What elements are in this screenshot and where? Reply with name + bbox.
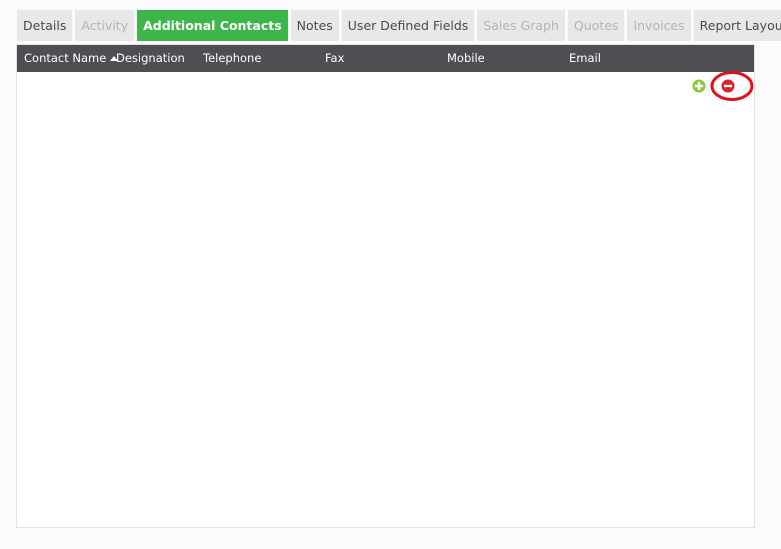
add-contact-button[interactable] xyxy=(692,78,706,93)
tab-user-defined-fields[interactable]: User Defined Fields xyxy=(341,10,475,41)
column-header-designation[interactable]: Designation xyxy=(116,45,185,72)
tab-bar: Details Activity Additional Contacts Not… xyxy=(17,10,781,41)
tab-quotes[interactable]: Quotes xyxy=(567,10,625,41)
column-header-fax[interactable]: Fax xyxy=(325,45,344,72)
tab-additional-contacts[interactable]: Additional Contacts xyxy=(137,10,288,41)
additional-contacts-grid: Contact Name Designation Telephone Fax M… xyxy=(16,44,755,528)
tab-invoices[interactable]: Invoices xyxy=(627,10,691,41)
tab-activity[interactable]: Activity xyxy=(75,10,135,41)
tab-details[interactable]: Details xyxy=(17,10,73,41)
grid-header: Contact Name Designation Telephone Fax M… xyxy=(17,45,754,72)
remove-contact-button[interactable] xyxy=(721,78,735,93)
plus-circle-icon xyxy=(692,79,706,93)
contact-details-page: Details Activity Additional Contacts Not… xyxy=(0,0,781,549)
column-header-contact-name[interactable]: Contact Name xyxy=(24,45,119,72)
minus-circle-icon xyxy=(721,79,735,93)
tab-report-layouts[interactable]: Report Layouts xyxy=(693,10,781,41)
column-header-telephone[interactable]: Telephone xyxy=(203,45,261,72)
column-header-email[interactable]: Email xyxy=(569,45,601,72)
tab-notes[interactable]: Notes xyxy=(290,10,339,41)
tab-sales-graph[interactable]: Sales Graph xyxy=(477,10,565,41)
column-header-label: Contact Name xyxy=(24,51,107,65)
column-header-mobile[interactable]: Mobile xyxy=(447,45,485,72)
